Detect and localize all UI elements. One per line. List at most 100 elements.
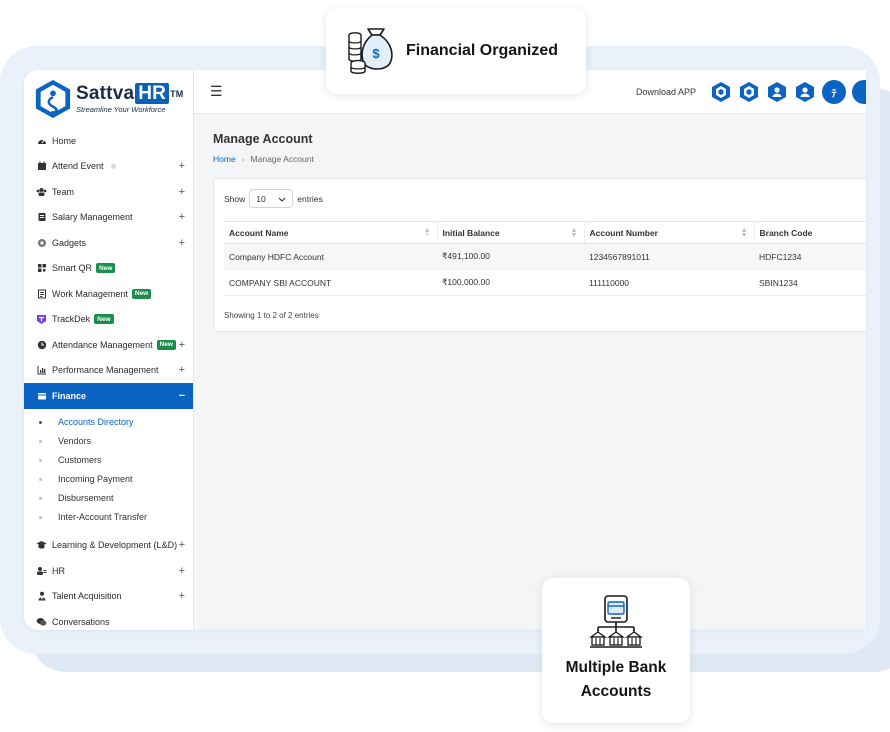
collapse-icon[interactable]: − [179, 390, 185, 402]
sidebar-item-trackdek[interactable]: TrackDek New [24, 307, 193, 333]
expand-icon[interactable]: + [179, 160, 185, 172]
table-row[interactable]: COMPANY SBI ACCOUNT ₹100,000.00 11111000… [224, 269, 866, 296]
submenu-item-disbursement[interactable]: Disbursement [24, 489, 193, 508]
sidebar-item-talent-acquisition[interactable]: Talent Acquisition + [24, 584, 193, 610]
download-app-label[interactable]: Download APP [636, 87, 696, 97]
feature-card-title: Multiple Bank Accounts [565, 659, 667, 700]
expand-icon[interactable]: + [179, 339, 185, 351]
sidebar-item-label: Conversations [52, 616, 110, 627]
expand-icon[interactable]: + [179, 211, 185, 223]
breadcrumb-home-link[interactable]: Home [213, 154, 236, 164]
user-hex-icon[interactable] [766, 81, 788, 103]
money-bag-icon: $ [348, 28, 393, 74]
sidebar-item-finance[interactable]: Finance − [24, 383, 193, 409]
sidebar-item-work-management[interactable]: Work Management New [24, 281, 193, 307]
table-cell: 1234567891011 [584, 243, 754, 270]
sidebar-item-label: Learning & Development (L&D) [52, 540, 178, 551]
feature-card-financial-organized: $ Financial Organized [326, 8, 586, 94]
sidebar-item-label: HR [52, 565, 65, 576]
expand-icon[interactable]: + [179, 237, 185, 249]
sidebar-item-home[interactable]: Home [24, 128, 193, 154]
sidebar-item-label: Gadgets [52, 237, 87, 248]
sidebar-item-conversations[interactable]: Conversations [24, 609, 193, 630]
show-label: Show [224, 193, 246, 204]
sidebar-nav: Home Attend Event + Team + Salary Manage… [24, 128, 193, 409]
breadcrumb-current: Manage Account [250, 154, 314, 164]
sidebar-item-label: Talent Acquisition [52, 591, 122, 602]
breadcrumb-separator: › [241, 154, 245, 164]
expand-icon[interactable]: + [179, 590, 185, 602]
menu-icon[interactable]: ☰ [210, 83, 223, 100]
feature-card-title: Financial Organized [406, 42, 559, 59]
new-badge: New [96, 263, 116, 274]
expand-icon[interactable]: + [179, 565, 185, 577]
entries-label: entries [297, 193, 323, 204]
expand-icon[interactable]: + [179, 364, 185, 376]
expand-icon[interactable]: + [179, 186, 185, 198]
trackdek-icon [36, 314, 47, 325]
expand-icon[interactable]: + [179, 539, 185, 551]
sidebar-item-salary-management[interactable]: Salary Management + [24, 205, 193, 231]
svg-text:$: $ [372, 46, 380, 61]
table-cell: ₹491,100.00 [437, 243, 584, 270]
hr-icon [36, 565, 47, 576]
column-header-branch-code[interactable]: Branch Code [754, 221, 866, 244]
new-badge: New [131, 288, 152, 299]
sidebar: Sattva HR TM Streamline Your Workforce Hom… [24, 70, 194, 630]
sidebar-item-team[interactable]: Team + [24, 179, 193, 205]
user-hex-icon[interactable] [794, 81, 816, 103]
sidebar-item-attend-event[interactable]: Attend Event + [24, 154, 193, 180]
accounts-table-card: Show 10 entries Account Name ▲ ▼ Initial B… [213, 178, 866, 332]
column-header-account-number[interactable]: Account Number ▲ ▼ [584, 221, 755, 244]
finance-submenu: Accounts Directory Vendors Customers Inc… [24, 409, 193, 533]
sidebar-item-label: Home [52, 135, 77, 146]
table-cell: ₹100,000.00 [437, 269, 584, 296]
entries-value: 10 [256, 193, 266, 204]
app-window: Sattva HR TM Streamline Your Workforce Hom… [24, 70, 866, 630]
submenu-item-vendors[interactable]: Vendors [24, 432, 193, 451]
trackdek-avatar-icon[interactable]: ﾃ [822, 80, 846, 104]
submenu-item-customers[interactable]: Customers [24, 451, 193, 470]
column-header-account-name[interactable]: Account Name ▲ ▼ [224, 221, 438, 244]
sidebar-item-performance-management[interactable]: Performance Management + [24, 358, 193, 384]
sidebar-item-smart-qr[interactable]: Smart QR New [24, 256, 193, 282]
graduation-icon [36, 540, 47, 551]
sidebar-item-label: Attend Event [52, 161, 104, 172]
table-row[interactable]: Company HDFC Account ₹491,100.00 1234567… [224, 243, 866, 270]
column-header-initial-balance[interactable]: Initial Balance ▲ ▼ [437, 221, 585, 244]
breadcrumb: Home › Manage Account [213, 154, 314, 164]
table-header-row: Account Name ▲ ▼ Initial Balance ▲ ▼ Account… [224, 221, 866, 244]
profile-avatar-icon[interactable] [852, 80, 866, 104]
table-cell: 111110000 [584, 269, 754, 296]
submenu-item-incoming-payment[interactable]: Incoming Payment [24, 470, 193, 489]
brand-logo[interactable]: Sattva HR TM Streamline Your Workforce [24, 70, 193, 128]
wallet-icon [36, 212, 47, 223]
sidebar-item-label: Attendance Management [52, 339, 153, 350]
table-cell: SBIN1234 [754, 269, 866, 296]
sidebar-item-label: Team [52, 186, 75, 197]
sidebar-item-label: Performance Management [52, 365, 159, 376]
app-cube-icon[interactable] [738, 81, 760, 103]
entries-select[interactable]: 10 [249, 189, 294, 208]
sidebar-item-attendance-management[interactable]: Attendance Management New + [24, 332, 193, 358]
sidebar-nav-lower: Learning & Development (L&D) + HR + Tale… [24, 533, 193, 631]
brand-tagline: Streamline Your Workforce [76, 105, 166, 114]
top-bar-actions: Download APP ﾃ [636, 70, 866, 114]
main-content: Manage Account Home › Manage Account Sho… [194, 114, 866, 630]
sidebar-item-learning-development[interactable]: Learning & Development (L&D) + [24, 533, 193, 559]
sidebar-item-label: TrackDek [52, 314, 91, 325]
table-cell: COMPANY SBI ACCOUNT [224, 269, 437, 296]
sidebar-item-gadgets[interactable]: Gadgets + [24, 230, 193, 256]
sort-icon: ▲ ▼ [740, 227, 748, 239]
new-badge: New [94, 314, 114, 325]
person-tie-icon [36, 591, 47, 602]
briefcase-icon [36, 288, 47, 299]
sort-asc-icon: ▲ ▼ [423, 227, 431, 239]
submenu-item-accounts-directory[interactable]: Accounts Directory [24, 413, 193, 432]
submenu-item-inter-account-transfer[interactable]: Inter-Account Transfer [24, 508, 193, 527]
app-cube-icon[interactable] [710, 81, 732, 103]
sidebar-item-label: Salary Management [52, 212, 133, 223]
sidebar-item-hr[interactable]: HR + [24, 558, 193, 584]
sidebar-item-label: Finance [52, 390, 87, 401]
sort-icon: ▲ ▼ [570, 227, 578, 239]
